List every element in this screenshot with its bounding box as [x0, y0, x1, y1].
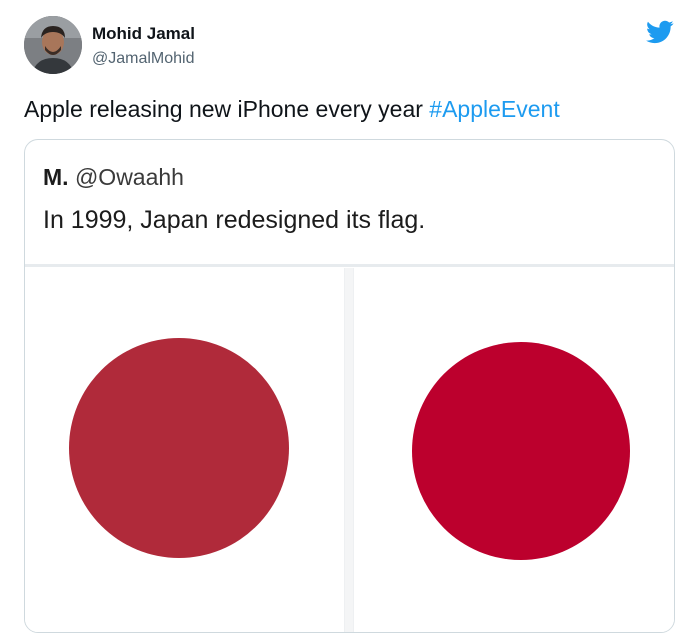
avatar[interactable] — [24, 16, 82, 74]
tweet-media[interactable]: M. @Owaahh In 1999, Japan redesigned its… — [24, 139, 675, 633]
hashtag-link[interactable]: #AppleEvent — [429, 96, 559, 122]
quoted-author-handle: @Owaahh — [74, 164, 184, 190]
author-name[interactable]: Mohid Jamal — [92, 24, 195, 44]
flag-new — [353, 268, 674, 632]
quoted-author: M. @Owaahh — [43, 164, 184, 191]
tweet-body: Apple releasing new iPhone every year — [24, 96, 430, 122]
flag-separator — [345, 268, 353, 632]
twitter-bird-icon[interactable] — [645, 18, 675, 46]
image-divider — [25, 264, 674, 267]
flag-old-disc — [69, 338, 289, 558]
tweet-text: Apple releasing new iPhone every year #A… — [24, 94, 560, 124]
flag-old — [25, 268, 345, 632]
quoted-text: In 1999, Japan redesigned its flag. — [43, 206, 426, 234]
tweet: Mohid Jamal @JamalMohid Apple releasing … — [0, 0, 699, 642]
quoted-author-name: M. — [43, 164, 69, 190]
avatar-image — [24, 16, 82, 74]
author-handle[interactable]: @JamalMohid — [92, 50, 195, 68]
flag-new-disc — [412, 342, 630, 560]
